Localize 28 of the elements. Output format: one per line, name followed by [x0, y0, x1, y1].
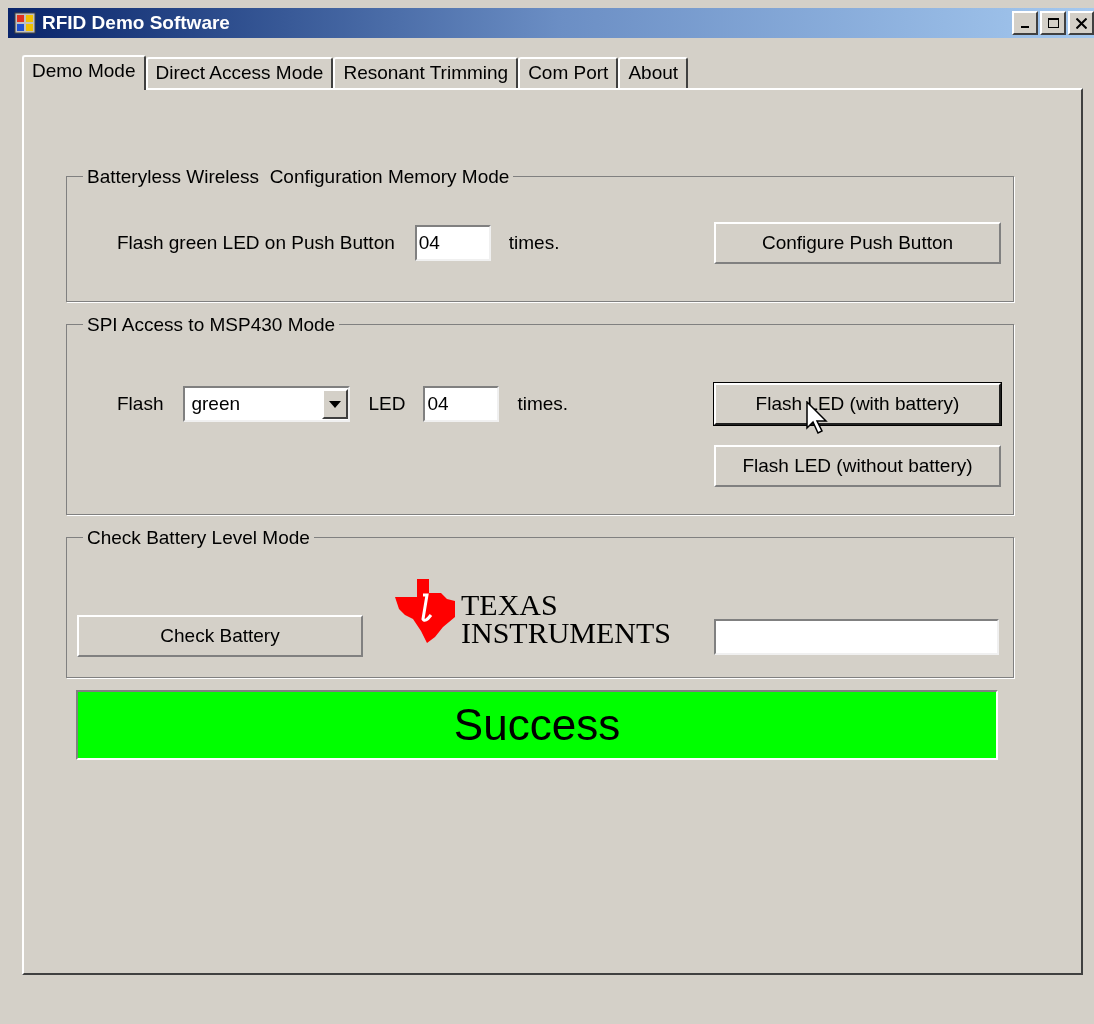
close-icon — [1075, 17, 1087, 29]
field-label: times. — [508, 230, 560, 255]
maximize-icon — [1047, 18, 1059, 28]
tab[interactable]: Resonant Trimming — [333, 57, 519, 88]
tab[interactable]: Direct Access Mode — [145, 57, 334, 88]
push-button[interactable]: Check Battery — [77, 615, 363, 657]
field-label: times. — [517, 391, 569, 416]
color-dropdown[interactable]: green — [183, 386, 351, 422]
field-label: Flash green LED on Push Button — [117, 230, 395, 255]
close-button[interactable] — [1068, 11, 1094, 35]
field-label: Flash — [117, 391, 164, 416]
dropdown-arrow-icon — [329, 400, 342, 408]
minimize-icon — [1021, 26, 1029, 28]
push-button[interactable]: Configure Push Button — [714, 222, 1001, 264]
push-button[interactable]: Flash LED (without battery) — [714, 445, 1001, 487]
tab[interactable]: Com Port — [518, 57, 619, 88]
battery-level-field[interactable] — [714, 619, 999, 655]
logo-text: TEXAS INSTRUMENTS — [461, 591, 671, 647]
field-label: LED — [368, 391, 406, 416]
maximize-button[interactable] — [1040, 11, 1066, 35]
count-field[interactable]: 04 — [414, 225, 491, 261]
status-banner: Success — [76, 690, 998, 760]
tab[interactable]: Demo Mode — [22, 55, 146, 90]
count-field[interactable]: 04 — [423, 386, 500, 422]
app-icon — [14, 12, 36, 34]
tab[interactable]: About — [618, 57, 689, 88]
minimize-button[interactable] — [1012, 11, 1038, 35]
window-title: RFID Demo Software — [42, 10, 230, 35]
